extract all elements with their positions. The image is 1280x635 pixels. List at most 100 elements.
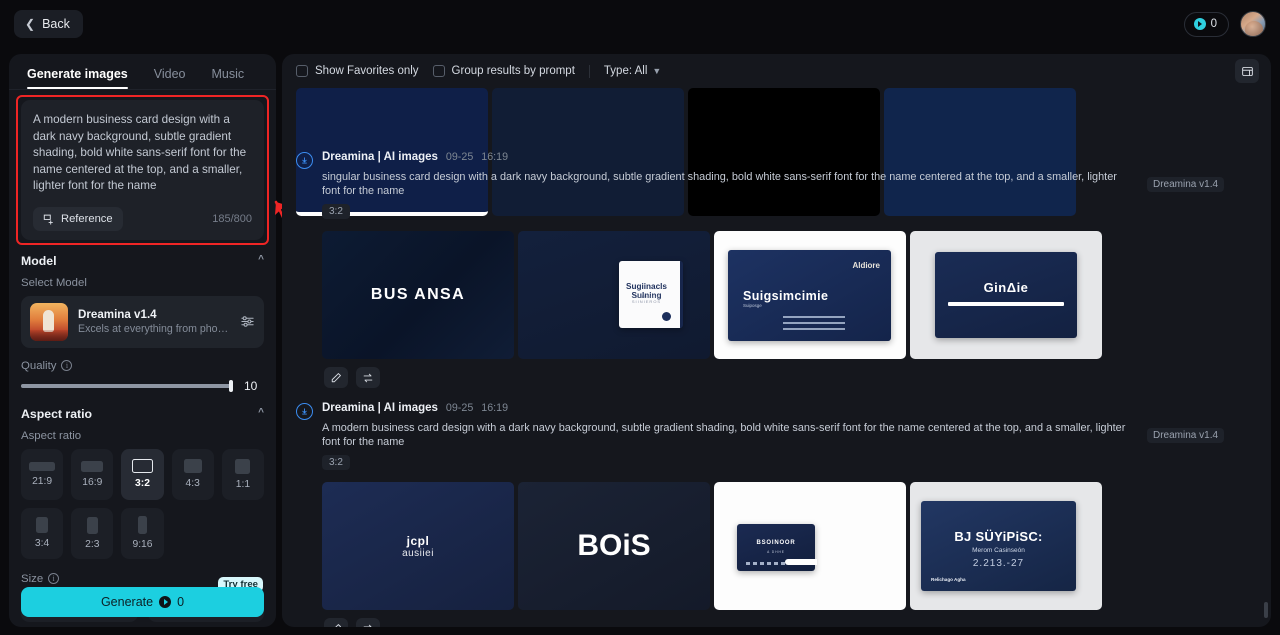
edit-button[interactable]	[324, 618, 348, 627]
results-feed[interactable]: Dreamina | AI images 09-25 16:19 singular b…	[282, 88, 1271, 627]
result-prompt-row: singular business card design with a dar…	[322, 170, 1257, 198]
quality-text: Quality	[21, 359, 57, 372]
generated-image[interactable]: BJ SÜYiPiSC: Merom Casinseón 2.213.-27 Reli…	[910, 482, 1102, 610]
select-model-text: Select Model	[21, 276, 87, 289]
type-filter-label: Type: All	[603, 65, 648, 77]
aspect-ratio-4-3[interactable]: 4:3	[171, 448, 214, 500]
result-prompt-text: A modern business card design with a dar…	[322, 422, 1126, 448]
aspect-ratio-shape	[235, 458, 251, 474]
sidebar-tabs: Generate images Video Music	[9, 54, 276, 90]
top-bar: ❮ Back 0	[0, 0, 1280, 48]
tab-generate-images[interactable]: Generate images	[27, 67, 128, 89]
regenerate-button[interactable]	[356, 618, 380, 627]
reference-button[interactable]: Reference	[33, 206, 123, 231]
aspect-ratio-3-4[interactable]: 3:4	[21, 507, 64, 559]
image-content: BUS ANSA	[322, 231, 514, 359]
prompt-input[interactable]: A modern business card design with a dar…	[33, 112, 252, 195]
result-time: 16:19	[481, 151, 509, 163]
tab-generate-images-label: Generate images	[27, 67, 128, 81]
credits-badge[interactable]: 0	[1183, 11, 1229, 37]
aspect-ratio-1-1[interactable]: 1:1	[221, 448, 264, 500]
swap-arrows-icon	[363, 624, 372, 627]
image-name-text: BSOINOOR	[756, 540, 796, 546]
image-sub-text: A DHHE	[767, 550, 785, 554]
result-meta: Dreamina | AI images 09-25 16:19 A modern b…	[322, 402, 1257, 470]
tab-video[interactable]: Video	[154, 67, 186, 89]
edit-button[interactable]	[324, 367, 348, 388]
generated-image[interactable]: BSOINOOR A DHHE	[714, 482, 906, 610]
info-icon[interactable]: i	[48, 573, 60, 584]
tab-music[interactable]: Music	[212, 67, 245, 89]
generate-button[interactable]: Generate 0	[21, 587, 264, 617]
image-sub-text: ausiiei	[402, 547, 434, 559]
image-accent-bar	[785, 559, 817, 565]
generate-cost: 0	[177, 595, 185, 609]
quality-slider[interactable]	[21, 379, 233, 392]
generated-image[interactable]: GinΔie	[910, 231, 1102, 359]
checkbox-icon[interactable]	[432, 65, 445, 77]
type-filter-dropdown[interactable]: Type: All ▼	[604, 65, 661, 77]
model-card[interactable]: Dreamina v1.4 Excels at everything from …	[21, 295, 264, 348]
result-prompt-text: singular business card design with a dar…	[322, 171, 1117, 197]
aspect-ratio-21-9[interactable]: 21:9	[21, 448, 64, 500]
download-icon[interactable]	[296, 152, 313, 169]
panel-layout-button[interactable]	[1235, 59, 1259, 83]
quality-slider-handle[interactable]	[229, 379, 233, 392]
generated-image[interactable]: Sugiinacls Sulning CAHUNLIE SIINIEROS	[518, 231, 710, 359]
aspect-ratio-3-2[interactable]: 3:2	[121, 448, 164, 500]
back-button[interactable]: ❮ Back	[14, 10, 83, 38]
quality-slider-row: 10	[21, 379, 264, 393]
result-app-name: Dreamina | AI images	[322, 151, 438, 163]
model-section-header[interactable]: Model ^	[21, 254, 264, 268]
aspect-ratio-2-3[interactable]: 2:3	[71, 507, 114, 559]
result-meta: Dreamina | AI images 09-25 16:19 singular b…	[322, 151, 1257, 219]
business-card: BSOINOOR A DHHE	[737, 524, 817, 571]
quality-slider-fill	[21, 383, 232, 388]
top-bar-right: 0	[1183, 11, 1266, 37]
avatar[interactable]	[1240, 11, 1266, 37]
regenerate-button[interactable]	[356, 367, 380, 388]
aspect-ratio-16-9[interactable]: 16:9	[71, 448, 114, 500]
generated-image[interactable]: Aldiore Suigsimcimie Suiposge	[714, 231, 906, 359]
image-content: jcpl ausiiei	[322, 482, 514, 610]
sliders-icon[interactable]	[240, 314, 255, 329]
pencil-icon	[331, 372, 341, 382]
back-label: Back	[42, 17, 70, 31]
prompt-box[interactable]: A modern business card design with a dar…	[21, 100, 264, 240]
aspect-ratio-shape	[86, 516, 98, 534]
download-icon[interactable]	[296, 403, 313, 420]
generated-image[interactable]: BOiS	[518, 482, 710, 610]
business-card: GinΔie	[935, 252, 1077, 338]
aspect-section-header[interactable]: Aspect ratio ^	[21, 407, 264, 421]
generate-area: Try free Generate 0	[21, 577, 264, 617]
image-name-text: BOiS	[577, 529, 651, 562]
aspect-ratio-9-16[interactable]: 9:16	[121, 507, 164, 559]
show-favorites-toggle[interactable]: Show Favorites only	[296, 65, 419, 77]
main-panel: Show Favorites only Group results by pro…	[282, 54, 1271, 627]
generated-image[interactable]: jcpl ausiiei	[322, 482, 514, 610]
scrollbar-thumb[interactable]	[1264, 602, 1268, 618]
generated-image[interactable]: BUS ANSA	[322, 231, 514, 359]
prompt-area: A modern business card design with a dar…	[16, 95, 269, 245]
model-name: Dreamina v1.4	[78, 308, 157, 321]
panel-layout-icon	[1241, 66, 1253, 76]
reference-label: Reference	[61, 212, 113, 225]
image-corner-text: Relichago Agha	[931, 577, 966, 582]
aspect-ratio-label: 1:1	[235, 478, 251, 490]
info-icon[interactable]: i	[61, 360, 73, 371]
chevron-up-icon: ^	[258, 407, 264, 418]
image-name-text: BUS ANSA	[370, 286, 466, 303]
result-ratio-tag: 3:2	[322, 204, 350, 219]
chevron-down-icon: ▼	[652, 66, 662, 76]
row-action-bar	[322, 610, 1257, 627]
scrollbar[interactable]	[1264, 88, 1268, 622]
chevron-left-icon: ❮	[25, 17, 36, 31]
result-group: Dreamina | AI images 09-25 16:19 A modern b…	[296, 402, 1257, 627]
image-sub-text: CAHUNLIE SIINIEROS	[631, 294, 662, 304]
result-group: Dreamina | AI images 09-25 16:19 singular b…	[296, 151, 1257, 388]
business-card: Sugiinacls Sulning CAHUNLIE SIINIEROS	[619, 261, 683, 328]
result-title-row: Dreamina | AI images 09-25 16:19	[322, 402, 1257, 414]
image-corner-text: Aldiore	[852, 261, 880, 270]
group-by-prompt-toggle[interactable]: Group results by prompt	[432, 65, 575, 77]
checkbox-icon[interactable]	[296, 65, 308, 77]
